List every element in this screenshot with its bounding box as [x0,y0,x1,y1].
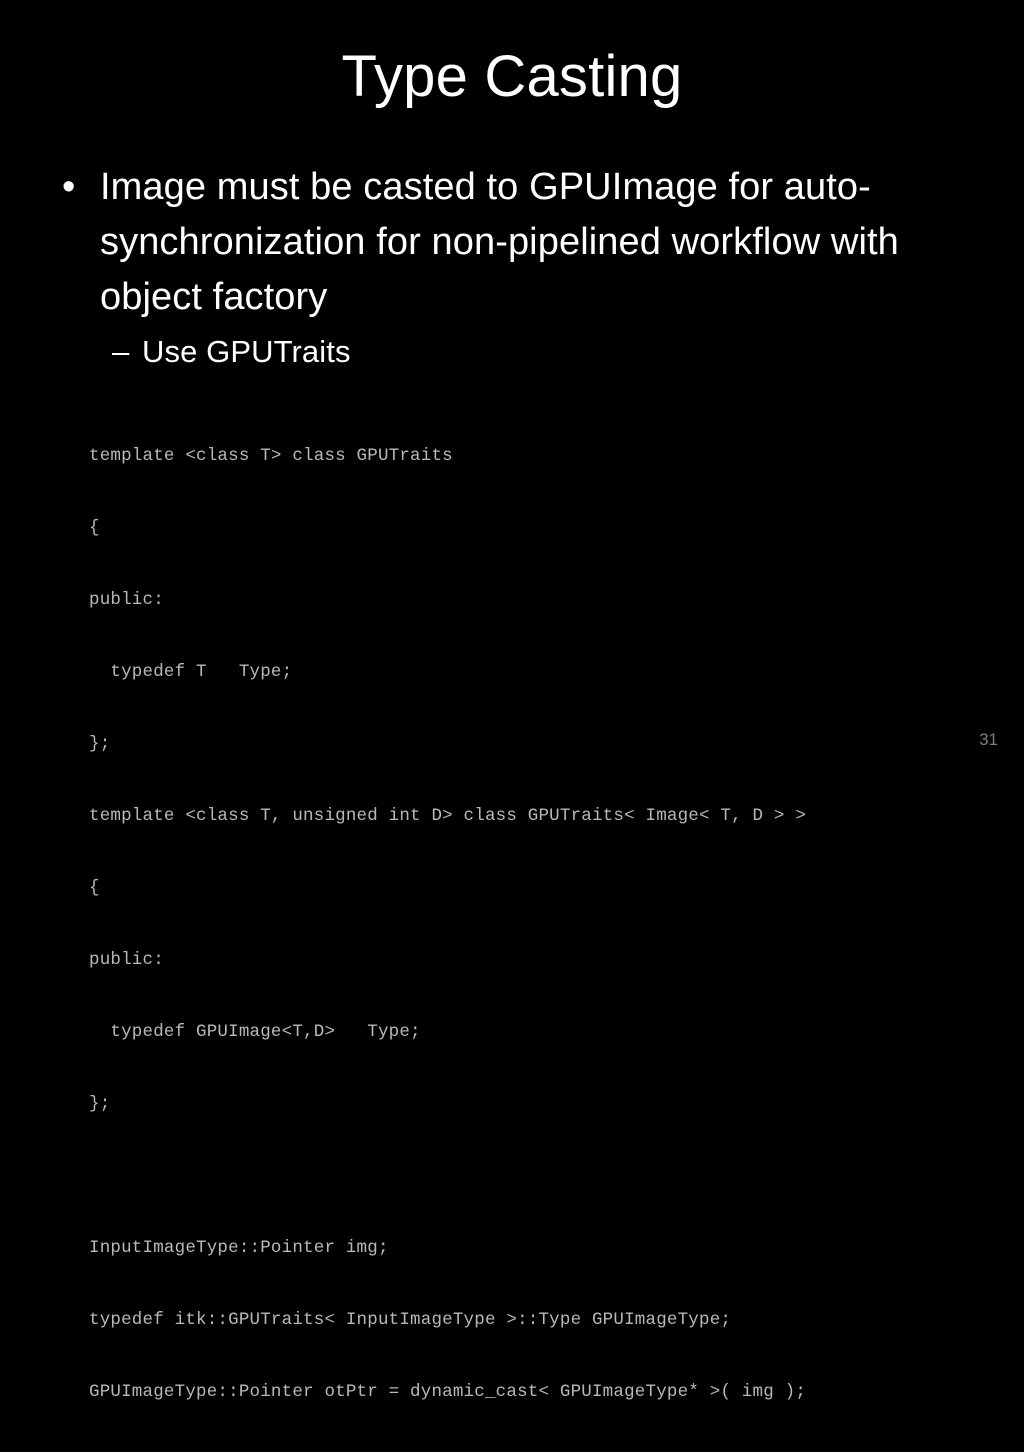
sub-list-item: – Use GPUTraits [56,329,968,375]
bullet-dot-icon: • [62,166,76,208]
code-line: GPUImageType::Pointer otPtr = dynamic_ca… [89,1382,807,1402]
code-snippet: template <class T> class GPUTraits { pub… [89,396,969,1452]
code-line: typedef GPUImage<T,D> Type; [89,1022,421,1042]
code-line: public: [89,590,164,610]
code-line: InputImageType::Pointer img; [89,1238,389,1258]
code-line: typedef T Type; [89,662,293,682]
code-line: template <class T> class GPUTraits [89,446,453,466]
slide-body: • Image must be casted to GPUImage for a… [56,160,968,375]
code-line: }; [89,734,111,754]
code-line: { [89,878,100,898]
code-line: }; [89,1094,111,1114]
presentation-slide: Type Casting • Image must be casted to G… [0,0,1024,1402]
code-line: { [89,518,100,538]
slide-number: 31 [979,730,998,749]
code-line: template <class T, unsigned int D> class… [89,806,807,826]
list-item: • Image must be casted to GPUImage for a… [56,160,968,325]
sub-bullet-text: Use GPUTraits [142,334,351,369]
bullet-text: Image must be casted to GPUImage for aut… [100,166,899,318]
code-line: public: [89,950,164,970]
code-line: typedef itk::GPUTraits< InputImageType >… [89,1310,732,1330]
page-title: Type Casting [341,44,683,109]
dash-icon: – [112,334,130,369]
